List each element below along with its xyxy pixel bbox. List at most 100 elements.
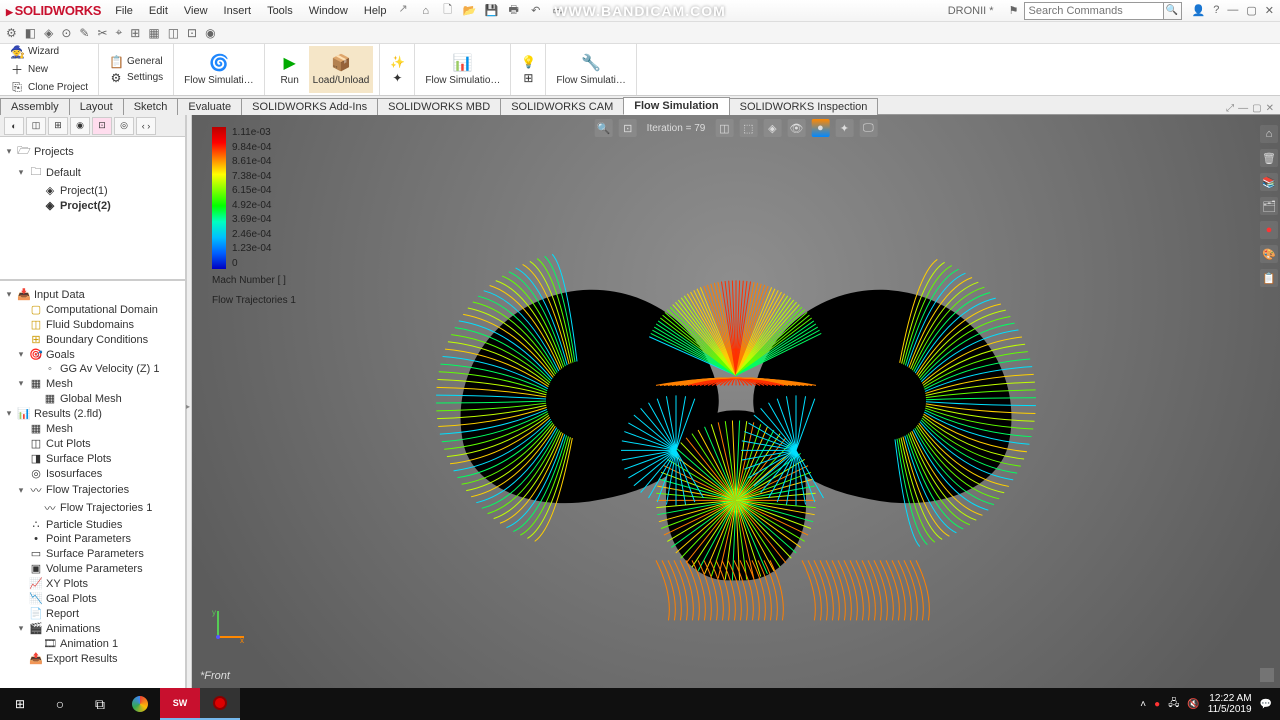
resources-tab-icon[interactable]: 🗑	[1260, 149, 1278, 167]
tool-btn[interactable]: ✦	[386, 70, 408, 86]
tree-project1[interactable]: ◈Project(1)	[2, 183, 183, 198]
tab-evaluate[interactable]: Evaluate	[177, 98, 242, 115]
panel-tab[interactable]: ⊞	[48, 117, 68, 135]
hide-show-icon[interactable]: 👁	[787, 119, 805, 137]
wizard-button[interactable]: 🧙Wizard	[6, 44, 92, 60]
menu-edit[interactable]: Edit	[141, 2, 176, 20]
appearance-icon[interactable]: ●	[811, 119, 829, 137]
notifications-icon[interactable]: 💬	[1260, 699, 1272, 710]
graphics-viewport[interactable]: 1.11e-03 9.84e-04 8.61e-04 7.38e-04 6.15…	[192, 115, 1280, 688]
tool-icon[interactable]: ◈	[44, 26, 53, 40]
tree-xy-plots[interactable]: 📈XY Plots	[2, 576, 183, 591]
tree-comp-domain[interactable]: ▢Computational Domain	[2, 302, 183, 317]
chrome-taskbar-icon[interactable]	[120, 688, 160, 720]
help-icon[interactable]: ?	[1213, 4, 1219, 17]
zoom-area-icon[interactable]: ⊡	[619, 119, 637, 137]
view-orientation-icon[interactable]: ⬚	[739, 119, 757, 137]
tab-sketch[interactable]: Sketch	[123, 98, 179, 115]
tree-surface-params[interactable]: ▭Surface Parameters	[2, 546, 183, 561]
tool-btn[interactable]: ✨	[386, 54, 408, 70]
doc-close-icon[interactable]: ✕	[1266, 103, 1274, 114]
search-commands-input[interactable]	[1024, 2, 1164, 20]
solidworks-taskbar-icon[interactable]: SW	[160, 688, 200, 720]
tool-btn[interactable]: 💡	[517, 54, 539, 70]
tree-project2[interactable]: ◈Project(2)	[2, 198, 183, 213]
tray-record-icon[interactable]: ●	[1154, 699, 1160, 710]
appearances-tab-icon[interactable]: 🎨	[1260, 245, 1278, 263]
tree-gg-velocity[interactable]: ◦GG Av Velocity (Z) 1	[2, 362, 183, 376]
tool-icon[interactable]: ◉	[205, 26, 215, 40]
orientation-triad[interactable]: xy	[210, 605, 250, 648]
tree-cut-plots[interactable]: ◫Cut Plots	[2, 436, 183, 451]
scene-icon[interactable]: ✦	[835, 119, 853, 137]
settings-button[interactable]: ⚙Settings	[105, 70, 167, 86]
panel-tab-more[interactable]: ‹ ›	[136, 117, 156, 135]
view-settings-icon[interactable]: 🖵	[859, 119, 877, 137]
tab-assembly[interactable]: Assembly	[0, 98, 70, 115]
tree-results[interactable]: ▾📊Results (2.fld)	[2, 406, 183, 421]
tray-network-icon[interactable]: 🖧	[1168, 696, 1179, 713]
tree-report[interactable]: 📄Report	[2, 606, 183, 621]
new-doc-icon[interactable]: 🗋	[440, 3, 456, 19]
tool-icon[interactable]: ⚙	[6, 26, 17, 40]
maximize-button[interactable]: ▢	[1246, 4, 1256, 17]
user-icon[interactable]: 👤	[1192, 4, 1206, 17]
tree-global-mesh[interactable]: ▦Global Mesh	[2, 391, 183, 406]
doc-max-icon[interactable]: ▢	[1252, 103, 1261, 114]
display-style-icon[interactable]: ◈	[763, 119, 781, 137]
tool-icon[interactable]: ⊞	[130, 26, 140, 40]
panel-tab[interactable]: ◫	[26, 117, 46, 135]
tool-icon[interactable]: ✎	[79, 26, 89, 40]
tool-icon[interactable]: ⊙	[61, 26, 71, 40]
viewport-resize-handle[interactable]	[1260, 668, 1274, 682]
menu-file[interactable]: File	[107, 2, 141, 20]
tree-animations[interactable]: ▾🎬Animations	[2, 621, 183, 636]
open-icon[interactable]: 📂	[462, 3, 478, 19]
pin-icon[interactable]: ↗	[399, 2, 408, 20]
search-button[interactable]: 🔍	[1164, 2, 1182, 20]
general-settings-button[interactable]: 📋General	[105, 54, 167, 70]
tree-fluid-subdomains[interactable]: ◫Fluid Subdomains	[2, 317, 183, 332]
tree-flow-traj-1[interactable]: 〰Flow Trajectories 1	[2, 499, 183, 517]
tray-volume-icon[interactable]: 🔇	[1187, 699, 1199, 710]
custom-props-icon[interactable]: 📋	[1260, 269, 1278, 287]
tree-flow-trajectories[interactable]: ▾〰Flow Trajectories	[2, 481, 183, 499]
tab-cam[interactable]: SOLIDWORKS CAM	[500, 98, 624, 115]
tool-icon[interactable]: ▦	[148, 26, 159, 40]
tree-goals[interactable]: ▾🎯Goals	[2, 347, 183, 362]
panel-tab[interactable]: ◐	[4, 117, 24, 135]
panel-tab[interactable]: ◎	[114, 117, 134, 135]
save-icon[interactable]: 💾	[484, 3, 500, 19]
file-explorer-icon[interactable]: 🗂	[1260, 197, 1278, 215]
start-button[interactable]: ⊞	[0, 688, 40, 720]
tab-inspection[interactable]: SOLIDWORKS Inspection	[729, 98, 879, 115]
tool-icon[interactable]: ◧	[25, 26, 36, 40]
tree-export-results[interactable]: 📤Export Results	[2, 651, 183, 666]
clone-project-button[interactable]: ⎘Clone Project	[6, 79, 92, 96]
home-icon[interactable]: ⌂	[418, 3, 434, 19]
tool-icon[interactable]: ◫	[168, 26, 179, 40]
menu-help[interactable]: Help	[356, 2, 395, 20]
tree-goal-plots[interactable]: 📉Goal Plots	[2, 591, 183, 606]
tree-mesh[interactable]: ▾▦Mesh	[2, 376, 183, 391]
menu-view[interactable]: View	[176, 2, 216, 20]
flow-sim-tools-button[interactable]: 🔧Flow Simulati…	[552, 46, 629, 93]
panel-tab[interactable]: ◉	[70, 117, 90, 135]
panel-tab[interactable]: ⊡	[92, 117, 112, 135]
tab-addins[interactable]: SOLIDWORKS Add-Ins	[241, 98, 378, 115]
new-project-button[interactable]: ＋New	[6, 60, 92, 79]
tree-surface-plots[interactable]: ◨Surface Plots	[2, 451, 183, 466]
undo-icon[interactable]: ↶	[528, 3, 544, 19]
tree-point-params[interactable]: •Point Parameters	[2, 532, 183, 546]
tool-icon[interactable]: ✂	[97, 26, 107, 40]
run-button[interactable]: ▶Run	[271, 46, 309, 93]
zoom-fit-icon[interactable]: 🔍	[595, 119, 613, 137]
taskbar-clock[interactable]: 12:22 AM11/5/2019	[1208, 693, 1252, 715]
tool-icon[interactable]: ⊡	[187, 26, 197, 40]
tree-isosurfaces[interactable]: ◎Isosurfaces	[2, 466, 183, 481]
menu-tools[interactable]: Tools	[259, 2, 301, 20]
search-flag-icon[interactable]: ⚑	[1006, 3, 1022, 19]
menu-insert[interactable]: Insert	[216, 2, 260, 20]
section-view-icon[interactable]: ◫	[715, 119, 733, 137]
tab-layout[interactable]: Layout	[69, 98, 124, 115]
